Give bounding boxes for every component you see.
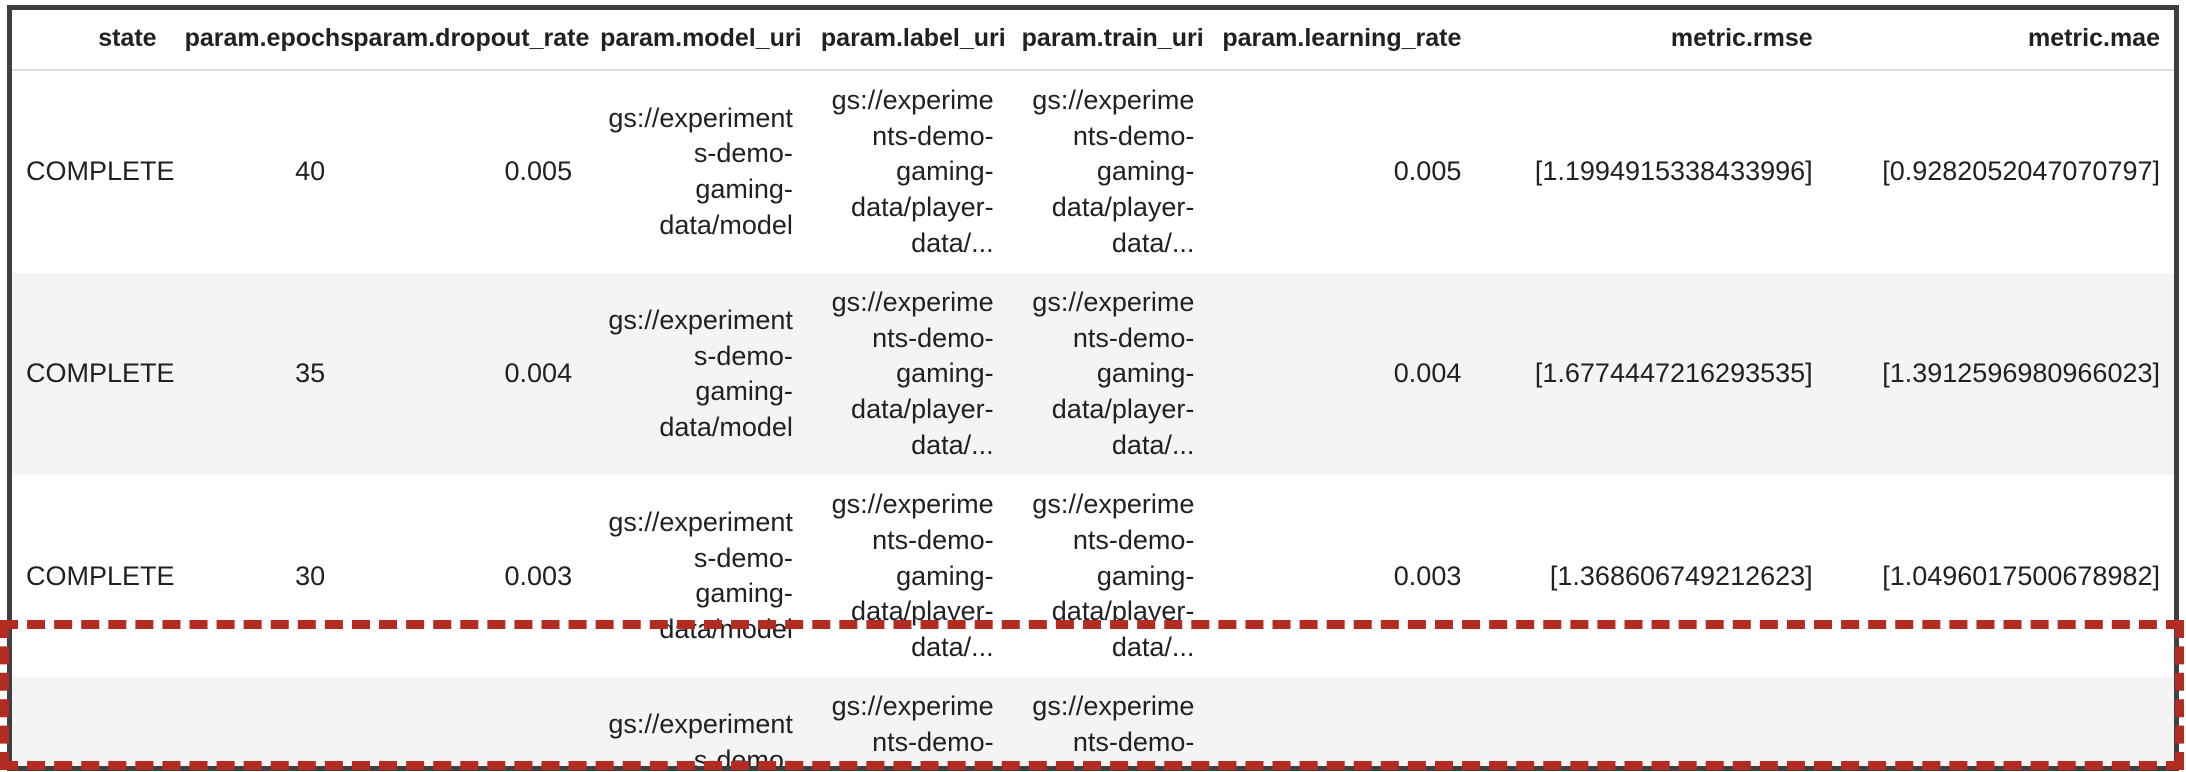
cell-train-uri: gs://experiments-demo-gaming-data/player…: [1032, 489, 1195, 662]
cell-metric-mae: [1.0496017500678982]: [1882, 560, 2160, 591]
cell-dropout-rate: 0.004: [504, 358, 573, 389]
cell-model-uri: gs://experiments-demo-gaming-data/model: [608, 304, 793, 442]
cell-epochs: 35: [295, 358, 326, 389]
cell-model-uri: gs://experiments-demo-gaming-data/model: [608, 709, 793, 771]
screenshot-root: state param.epochs param.dropout_rate pa…: [0, 0, 2186, 772]
table-header: state param.epochs param.dropout_rate pa…: [12, 10, 2174, 71]
cell-model-uri: gs://experiments-demo-gaming-data/model: [608, 507, 793, 644]
cell-metric-mae: [1.3912596980966023]: [1882, 358, 2160, 389]
cell-epochs: 40: [295, 156, 326, 187]
runs-table: state param.epochs param.dropout_rate pa…: [12, 10, 2174, 771]
cell-epochs: 30: [295, 560, 326, 591]
cell-label-uri: gs://experiments-demo-gaming-data/player…: [831, 287, 994, 460]
column-header-dropout-rate[interactable]: param.dropout_rate: [339, 10, 589, 71]
cell-metric-rmse: [1.368606749212623]: [1549, 560, 1813, 591]
cell-metric-rmse: [1.1994915338433996]: [1534, 156, 1813, 187]
column-header-learning-rate[interactable]: param.learning_rate: [1208, 10, 1476, 71]
table-row[interactable]: COMPLETE 35 0.004 gs://experiments-demo-…: [12, 273, 2174, 476]
column-header-metric-mae[interactable]: metric.mae: [1826, 10, 2174, 71]
cell-train-uri: gs://experiments-demo-gaming-data/player…: [1032, 85, 1195, 258]
cell-dropout-rate: 0.005: [504, 156, 573, 187]
cell-label-uri: gs://experiments-demo-gaming-data/player…: [831, 489, 994, 662]
cell-dropout-rate: 0.002: [339, 677, 586, 766]
cell-metric-mae: [0.9282052047070797]: [1882, 156, 2160, 187]
table-row[interactable]: COMPLETE 25 0.002 gs://experiments-demo-…: [12, 677, 2174, 771]
cell-label-uri: gs://experiments-demo-gaming-data/player…: [831, 85, 994, 258]
cell-train-uri: gs://experiments-demo-gaming-data/player…: [1032, 287, 1195, 460]
column-header-metric-rmse[interactable]: metric.rmse: [1475, 10, 1827, 71]
column-header-epochs[interactable]: param.epochs: [170, 10, 354, 71]
table-row[interactable]: COMPLETE 40 0.005 gs://experiments-demo-…: [12, 70, 2174, 274]
column-header-train-uri[interactable]: param.train_uri: [1007, 10, 1209, 71]
table-row[interactable]: COMPLETE 30 0.003 gs://experiments-demo-…: [12, 475, 2174, 678]
header-row: state param.epochs param.dropout_rate pa…: [12, 10, 2174, 71]
cell-state: COMPLETE: [12, 677, 175, 766]
cell-train-uri: gs://experiments-demo-gaming-data/player…: [1032, 691, 1195, 766]
cell-state: COMPLETE: [26, 358, 175, 389]
column-header-label-uri[interactable]: param.label_uri: [806, 10, 1008, 71]
cell-epochs: 25: [171, 677, 340, 766]
cell-state: COMPLETE: [26, 560, 175, 591]
cell-model-uri: gs://experiments-demo-gaming-data/model: [608, 102, 793, 240]
cell-learning-rate: 0.003: [1393, 560, 1462, 591]
cell-metric-rmse: [1.7340842296667147]: [1475, 677, 1826, 766]
cell-metric-rmse: [1.6774447216293535]: [1534, 358, 1813, 389]
cell-state: COMPLETE: [26, 156, 175, 187]
cell-learning-rate: 0.005: [1393, 156, 1462, 187]
cell-dropout-rate: 0.003: [504, 560, 573, 591]
cell-learning-rate: 0.004: [1393, 358, 1462, 389]
table-body: COMPLETE 40 0.005 gs://experiments-demo-…: [12, 70, 2174, 771]
cell-metric-mae: [1.3291234783216863]: [1827, 677, 2174, 766]
column-header-state[interactable]: state: [12, 10, 171, 71]
cell-learning-rate: 0.002: [1208, 677, 1475, 766]
column-header-model-uri[interactable]: param.model_uri: [586, 10, 807, 71]
cell-label-uri: gs://experiments-demo-gaming-data/player…: [831, 691, 994, 766]
runs-table-container: state param.epochs param.dropout_rate pa…: [7, 5, 2179, 771]
